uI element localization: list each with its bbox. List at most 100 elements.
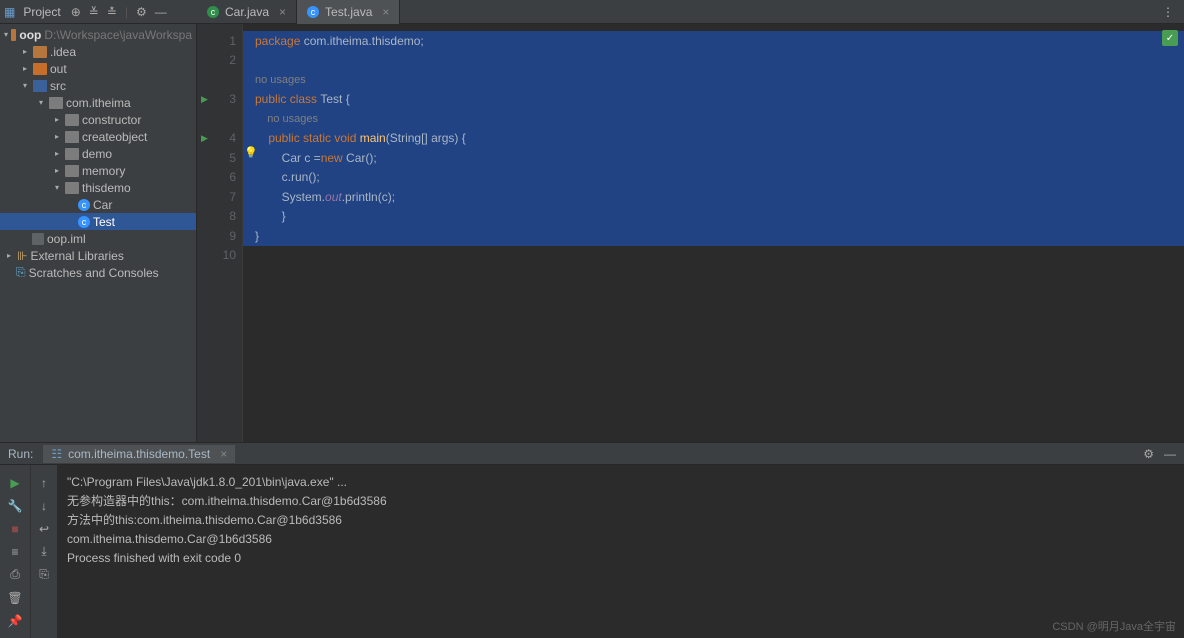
tree-thisdemo[interactable]: thisdemo — [0, 179, 196, 196]
target-icon[interactable]: ⊕ — [71, 5, 81, 19]
project-tree[interactable]: oop D:\Workspace\javaWorkspa .idea out s… — [0, 24, 197, 442]
chevron-right-icon[interactable] — [52, 132, 62, 141]
tree-label: demo — [82, 147, 112, 161]
gutter-line[interactable]: ▶4 — [197, 129, 242, 149]
close-icon[interactable]: × — [220, 447, 227, 461]
tab-car[interactable]: c Car.java × — [197, 0, 297, 24]
run-panel: Run: ☷ com.itheima.thisdemo.Test × ⚙ — ▶… — [0, 442, 1184, 638]
code-editor[interactable]: 1 2 ▶3 ▶4 5 6 7 8 9 10 💡 package com.ith… — [197, 24, 1184, 442]
gear-icon[interactable]: ⚙ — [136, 5, 147, 19]
gutter-line[interactable]: 5 — [197, 148, 242, 168]
tree-path: D:\Workspace\javaWorkspa — [44, 28, 192, 42]
chevron-down-icon[interactable] — [20, 81, 30, 90]
code-line[interactable]: System.out.println(c); — [243, 187, 1184, 207]
java-class-icon: c — [78, 199, 90, 211]
more-icon[interactable]: ⋮ — [1162, 5, 1174, 19]
expand-icon[interactable]: ≚ — [89, 5, 99, 19]
tab-label: Test.java — [325, 5, 372, 19]
print-icon[interactable]: ⎙ — [0, 563, 30, 586]
tree-scratches[interactable]: ⎘ Scratches and Consoles — [0, 264, 196, 281]
chevron-down-icon[interactable] — [4, 30, 8, 39]
chevron-right-icon[interactable] — [4, 251, 14, 260]
code-line[interactable] — [243, 246, 1184, 266]
tree-demo[interactable]: demo — [0, 145, 196, 162]
divider: | — [125, 5, 128, 19]
library-icon: ⊪ — [17, 249, 27, 263]
java-class-icon: c — [307, 6, 319, 18]
analysis-ok-icon[interactable]: ✓ — [1162, 30, 1178, 46]
tree-constructor[interactable]: constructor — [0, 111, 196, 128]
collapse-icon[interactable]: ≛ — [107, 5, 117, 19]
tree-label: thisdemo — [82, 181, 131, 195]
code-line[interactable]: } — [243, 207, 1184, 227]
tree-iml[interactable]: oop.iml — [0, 230, 196, 247]
gutter-line[interactable] — [197, 70, 242, 90]
code-line[interactable]: } — [243, 226, 1184, 246]
console-output[interactable]: "C:\Program Files\Java\jdk1.8.0_201\bin\… — [57, 465, 1184, 638]
run-tab[interactable]: ☷ com.itheima.thisdemo.Test × — [43, 445, 235, 463]
code-line[interactable]: public static void main(String[] args) { — [243, 129, 1184, 149]
chevron-down-icon[interactable] — [36, 98, 46, 107]
tree-memory[interactable]: memory — [0, 162, 196, 179]
chevron-down-icon[interactable] — [52, 183, 62, 192]
gutter-line[interactable]: 2 — [197, 51, 242, 71]
tree-pkg[interactable]: com.itheima — [0, 94, 196, 111]
up-icon[interactable]: ↑ — [31, 471, 57, 494]
stop-icon[interactable]: ■ — [0, 517, 30, 540]
delete-icon[interactable]: 🗑 — [0, 586, 30, 609]
gutter-line[interactable]: 6 — [197, 168, 242, 188]
run-gutter-icon[interactable]: ▶ — [201, 133, 208, 144]
tree-createobject[interactable]: createobject — [0, 128, 196, 145]
rerun-icon[interactable]: ▶ — [0, 471, 30, 494]
wrap-icon[interactable]: ↩ — [31, 517, 57, 540]
chevron-right-icon[interactable] — [52, 166, 62, 175]
close-icon[interactable]: × — [279, 5, 286, 19]
tree-root[interactable]: oop D:\Workspace\javaWorkspa — [0, 26, 196, 43]
chevron-right-icon[interactable] — [20, 47, 30, 56]
pin-icon[interactable]: 📌 — [0, 609, 30, 632]
close-icon[interactable]: × — [382, 5, 389, 19]
gutter-line[interactable]: 7 — [197, 187, 242, 207]
down-icon[interactable]: ↓ — [31, 494, 57, 517]
wrench-icon[interactable]: 🔧 — [0, 494, 30, 517]
intention-bulb-icon[interactable]: 💡 — [244, 146, 258, 159]
code-line[interactable]: no usages — [243, 70, 1184, 90]
export-icon[interactable]: ⎘ — [31, 563, 57, 586]
tab-test[interactable]: c Test.java × — [297, 0, 400, 24]
gutter-line[interactable] — [197, 109, 242, 129]
minimize-icon[interactable]: — — [155, 5, 167, 19]
tree-car-class[interactable]: c Car — [0, 196, 196, 213]
folder-icon — [33, 63, 47, 75]
chevron-right-icon[interactable] — [20, 64, 30, 73]
code-line[interactable]: no usages — [243, 109, 1184, 129]
code-line[interactable] — [243, 51, 1184, 71]
gutter-line[interactable]: 8 — [197, 207, 242, 227]
scroll-icon[interactable]: ⤓ — [31, 540, 57, 563]
minimize-icon[interactable]: — — [1164, 447, 1176, 461]
code-line[interactable]: c.run(); — [243, 168, 1184, 188]
code-line[interactable]: package com.itheima.thisdemo; — [243, 31, 1184, 51]
tree-external[interactable]: ⊪ External Libraries — [0, 247, 196, 264]
gear-icon[interactable]: ⚙ — [1143, 447, 1154, 461]
code-line[interactable]: Car c =new Car(); — [243, 148, 1184, 168]
run-gutter-icon[interactable]: ▶ — [201, 94, 208, 105]
chevron-right-icon[interactable] — [52, 115, 62, 124]
tree-idea[interactable]: .idea — [0, 43, 196, 60]
gutter-line[interactable]: 9 — [197, 226, 242, 246]
tree-out[interactable]: out — [0, 60, 196, 77]
gutter-line[interactable]: 10 — [197, 246, 242, 266]
tree-label: Test — [93, 215, 115, 229]
gutter-line[interactable]: 1 — [197, 31, 242, 51]
project-tool-label[interactable]: Project — [23, 5, 60, 19]
tree-test-class[interactable]: c Test — [0, 213, 196, 230]
layout-icon[interactable]: ≡ — [0, 540, 30, 563]
code-area[interactable]: 💡 package com.itheima.thisdemo; no usage… — [243, 24, 1184, 442]
gutter-line[interactable]: ▶3 — [197, 90, 242, 110]
project-tool-icon: ▦ — [4, 5, 15, 19]
package-icon — [65, 114, 79, 126]
chevron-right-icon[interactable] — [52, 149, 62, 158]
tree-src[interactable]: src — [0, 77, 196, 94]
code-line[interactable]: public class Test { — [243, 90, 1184, 110]
editor-tabs: c Car.java × c Test.java × — [197, 0, 400, 24]
console-line: Process finished with exit code 0 — [67, 549, 1174, 568]
